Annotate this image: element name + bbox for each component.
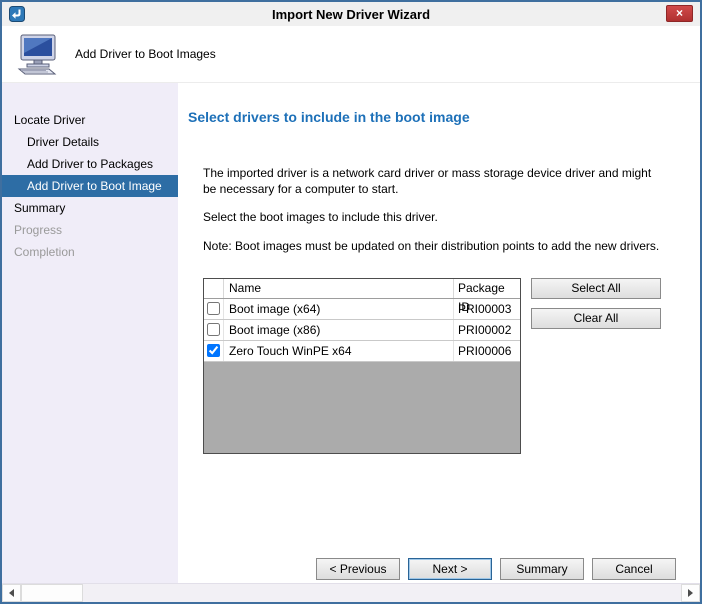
table-empty-area bbox=[204, 362, 520, 453]
select-text: Select the boot images to include this d… bbox=[203, 209, 665, 225]
intro-text: The imported driver is a network card dr… bbox=[203, 165, 665, 197]
zero-touch-winpe-checkbox[interactable] bbox=[207, 344, 220, 357]
select-all-button[interactable]: Select All bbox=[531, 278, 661, 299]
page-title: Select drivers to include in the boot im… bbox=[188, 109, 676, 125]
column-header-name[interactable]: Name bbox=[224, 279, 454, 298]
table-header: Name Package ID bbox=[204, 279, 520, 299]
sidebar-item-add-driver-to-boot-image[interactable]: Add Driver to Boot Image bbox=[2, 175, 178, 197]
previous-button[interactable]: < Previous bbox=[316, 558, 400, 580]
scroll-left-button[interactable] bbox=[2, 584, 21, 602]
wizard-icon bbox=[9, 6, 25, 22]
sidebar-item-completion: Completion bbox=[2, 241, 178, 263]
scrollbar-track[interactable] bbox=[83, 584, 681, 602]
boot-images-table: Name Package ID Boot image (x64) PRI0000… bbox=[203, 278, 521, 454]
right-arrow-icon bbox=[688, 589, 693, 597]
close-button[interactable]: × bbox=[666, 5, 693, 22]
boot-image-x86-checkbox[interactable] bbox=[207, 323, 220, 336]
wizard-steps-sidebar: Locate Driver Driver Details Add Driver … bbox=[2, 83, 178, 583]
table-row[interactable]: Boot image (x86) PRI00002 bbox=[204, 320, 520, 341]
boot-image-name: Zero Touch WinPE x64 bbox=[224, 341, 454, 361]
computer-icon bbox=[15, 33, 61, 75]
next-button[interactable]: Next > bbox=[408, 558, 492, 580]
package-id: PRI00002 bbox=[454, 320, 520, 340]
summary-button[interactable]: Summary bbox=[500, 558, 584, 580]
table-row[interactable]: Boot image (x64) PRI00003 bbox=[204, 299, 520, 320]
scroll-right-button[interactable] bbox=[681, 584, 700, 602]
sidebar-item-progress: Progress bbox=[2, 219, 178, 241]
boot-image-name: Boot image (x86) bbox=[224, 320, 454, 340]
wizard-body: Locate Driver Driver Details Add Driver … bbox=[2, 83, 700, 583]
wizard-footer-buttons: < Previous Next > Summary Cancel bbox=[316, 558, 676, 580]
boot-images-section: Name Package ID Boot image (x64) PRI0000… bbox=[203, 278, 676, 454]
cancel-button[interactable]: Cancel bbox=[592, 558, 676, 580]
header-title: Add Driver to Boot Images bbox=[75, 47, 216, 61]
wizard-header: Add Driver to Boot Images bbox=[2, 26, 700, 83]
selection-buttons: Select All Clear All bbox=[531, 278, 661, 329]
sidebar-item-add-driver-to-packages[interactable]: Add Driver to Packages bbox=[2, 153, 178, 175]
column-header-package-id[interactable]: Package ID bbox=[454, 279, 520, 298]
sidebar-item-locate-driver[interactable]: Locate Driver bbox=[2, 109, 178, 131]
titlebar[interactable]: Import New Driver Wizard × bbox=[2, 2, 700, 26]
scrollbar-thumb[interactable] bbox=[21, 584, 83, 602]
table-row[interactable]: Zero Touch WinPE x64 PRI00006 bbox=[204, 341, 520, 362]
checkbox-column-header bbox=[204, 279, 224, 298]
clear-all-button[interactable]: Clear All bbox=[531, 308, 661, 329]
sidebar-item-summary[interactable]: Summary bbox=[2, 197, 178, 219]
horizontal-scrollbar[interactable] bbox=[2, 583, 700, 602]
boot-image-name: Boot image (x64) bbox=[224, 299, 454, 319]
package-id: PRI00006 bbox=[454, 341, 520, 361]
boot-image-x64-checkbox[interactable] bbox=[207, 302, 220, 315]
instruction-texts: The imported driver is a network card dr… bbox=[203, 165, 665, 254]
import-driver-wizard-window: Import New Driver Wizard × Add Driver to… bbox=[0, 0, 702, 604]
note-text: Note: Boot images must be updated on the… bbox=[203, 238, 665, 254]
package-id: PRI00003 bbox=[454, 299, 520, 319]
window-title: Import New Driver Wizard bbox=[2, 7, 700, 22]
left-arrow-icon bbox=[9, 589, 14, 597]
sidebar-item-driver-details[interactable]: Driver Details bbox=[2, 131, 178, 153]
wizard-content: Select drivers to include in the boot im… bbox=[178, 83, 700, 583]
